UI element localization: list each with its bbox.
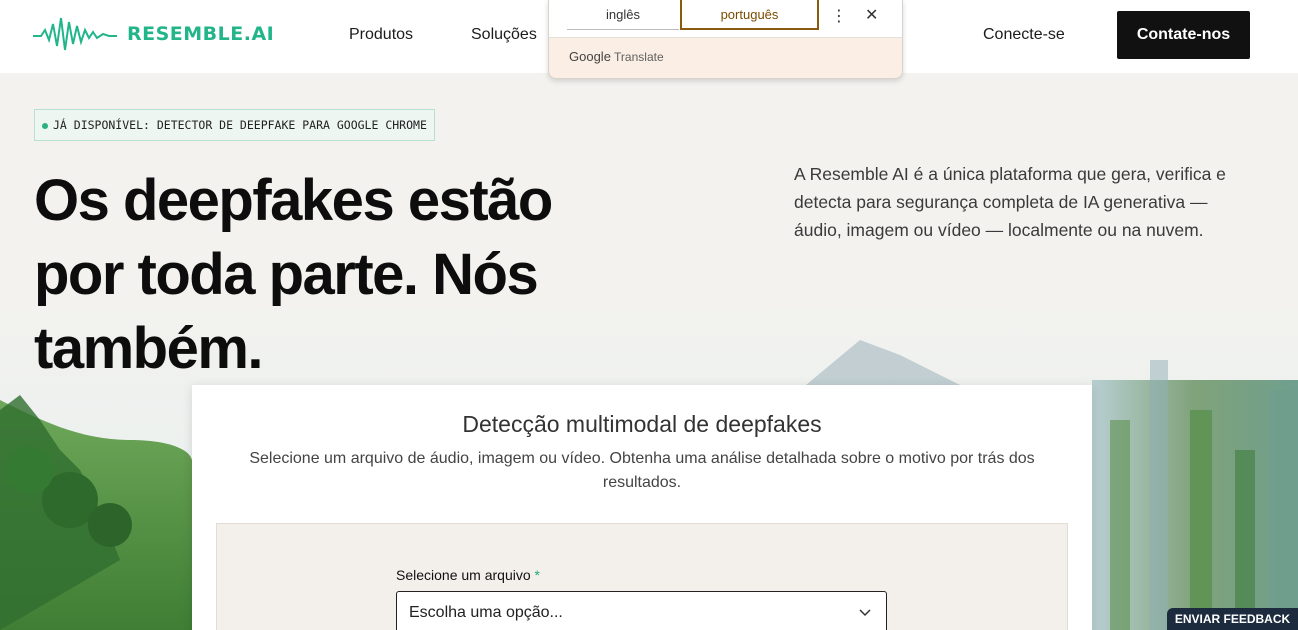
required-marker: * [534, 567, 540, 583]
more-options-icon[interactable]: ⋮ [831, 6, 847, 26]
feedback-button[interactable]: ENVIAR FEEDBACK [1167, 608, 1298, 630]
google-translate-brand: Google Translate [569, 49, 664, 64]
waveform-logo-icon [33, 17, 117, 51]
file-type-select[interactable]: Escolha uma opção... [396, 591, 887, 630]
google-wordmark: Google [569, 49, 611, 64]
chevron-down-icon [859, 609, 871, 617]
file-select-label: Selecione um arquivo * [396, 567, 540, 583]
google-translate-popup: inglês português ⋮ ✕ Google Translate [548, 0, 903, 79]
card-subtitle: Selecione um arquivo de áudio, imagem ou… [249, 450, 1035, 491]
card-title: Detecção multimodal de deepfakes [462, 411, 822, 437]
hero-title: Os deepfakes estão por toda parte. Nós t… [34, 164, 774, 386]
badge-text: JÁ DISPONÍVEL: DETECTOR DE DEEPFAKE PARA… [53, 118, 427, 132]
translate-wordmark: Translate [614, 50, 664, 64]
announcement-badge[interactable]: JÁ DISPONÍVEL: DETECTOR DE DEEPFAKE PARA… [34, 109, 435, 141]
translate-tab-bar: inglês português ⋮ ✕ [549, 0, 902, 38]
tab-target-language[interactable]: português [680, 0, 819, 30]
contact-button[interactable]: Contate-nos [1117, 11, 1250, 59]
nav-conecte-se[interactable]: Conecte-se [983, 26, 1065, 44]
file-select-label-text: Selecione um arquivo [396, 567, 531, 583]
hero-title-line1: Os deepfakes estão [34, 168, 553, 233]
upload-form-panel: Selecione um arquivo * Escolha uma opção… [216, 523, 1068, 630]
hero-title-line2: por toda parte. Nós também. [34, 242, 539, 381]
logo[interactable]: RESEMBLE.AI [33, 14, 274, 54]
logo-text: RESEMBLE.AI [127, 23, 275, 45]
file-type-select-value: Escolha uma opção... [409, 604, 563, 621]
tab-source-language[interactable]: inglês [567, 0, 679, 30]
nav-solucoes[interactable]: Soluções [471, 26, 537, 44]
status-dot-icon [42, 123, 48, 129]
hero-description: A Resemble AI é a única plataforma que g… [794, 164, 1226, 240]
nav-produtos[interactable]: Produtos [349, 26, 413, 44]
deepfake-detector-card: Detecção multimodal de deepfakes Selecio… [192, 385, 1092, 630]
close-icon[interactable]: ✕ [865, 5, 878, 25]
